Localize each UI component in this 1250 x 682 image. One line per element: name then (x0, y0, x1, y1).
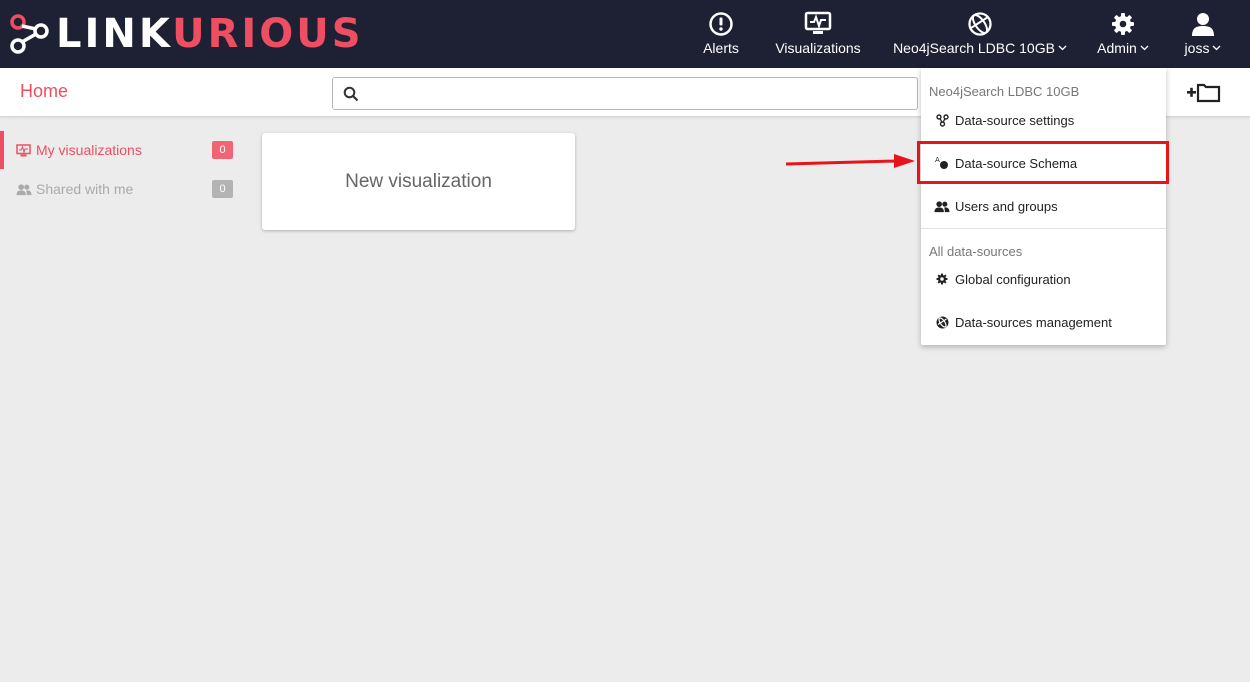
logo-text-urious: URIOUS (172, 11, 364, 57)
menu-item-label: Data-source settings (955, 112, 1075, 128)
sidebar-item-label: My visualizations (36, 142, 142, 158)
top-navbar: LINKURIOUS Alerts Visualizations Neo4jSe… (0, 0, 1250, 68)
sidebar-item-my-visualizations[interactable]: My visualizations 0 (0, 131, 245, 169)
logo-graph-icon (10, 14, 49, 54)
annotation-arrow-icon (785, 154, 915, 168)
logo-text: LINKURIOUS (56, 12, 364, 56)
sidebar-item-label: Shared with me (36, 181, 134, 197)
search-input[interactable] (363, 82, 903, 106)
nav-visualizations[interactable]: Visualizations (772, 0, 864, 68)
admin-dropdown-menu: Neo4jSearch LDBC 10GB Data-source settin… (921, 68, 1166, 345)
alert-icon (709, 12, 733, 36)
datasource-globe-icon (968, 12, 992, 36)
users-icon (934, 200, 950, 212)
menu-item-label: Users and groups (955, 198, 1058, 214)
menu-item-global-configuration[interactable]: Global configuration (921, 262, 1166, 296)
menu-item-label: Global configuration (955, 271, 1071, 287)
nav-admin[interactable]: Admin (1096, 0, 1150, 68)
search-box[interactable] (332, 77, 918, 110)
nav-user-label: joss (1184, 40, 1210, 56)
nav-alerts-label: Alerts (703, 40, 739, 56)
highlight-box (917, 141, 1169, 184)
new-visualization-label: New visualization (345, 170, 492, 192)
logo[interactable]: LINKURIOUS (10, 12, 364, 56)
nav-datasource[interactable]: Neo4jSearch LDBC 10GB (893, 0, 1067, 68)
sidebar-item-shared-with-me[interactable]: Shared with me 0 (0, 170, 245, 208)
menu-item-label: Data-sources management (955, 314, 1112, 330)
dropdown-header-datasource: Neo4jSearch LDBC 10GB (929, 84, 1080, 99)
monitor-icon (16, 143, 31, 156)
search-icon (343, 86, 359, 102)
menu-item-datasource-settings[interactable]: Data-source settings (921, 103, 1166, 137)
menu-item-users-and-groups[interactable]: Users and groups (921, 189, 1166, 223)
chevron-down-icon (1212, 45, 1221, 51)
logo-text-link: LINK (56, 11, 173, 57)
globe-icon (936, 316, 948, 328)
chevron-down-icon (1058, 45, 1067, 51)
gear-icon (936, 273, 948, 285)
nav-visualizations-label: Visualizations (775, 40, 861, 56)
users-icon (16, 183, 32, 195)
chevron-down-icon (1140, 45, 1149, 51)
dropdown-header-all-datasources: All data-sources (929, 244, 1023, 259)
new-folder-button[interactable] (1186, 82, 1222, 109)
nav-datasource-label: Neo4jSearch LDBC 10GB (893, 40, 1055, 56)
page-title[interactable]: Home (20, 81, 68, 102)
menu-item-datasources-management[interactable]: Data-sources management (921, 305, 1166, 339)
nav-alerts[interactable]: Alerts (700, 0, 742, 68)
nav-admin-label: Admin (1097, 40, 1137, 56)
gear-icon (1112, 13, 1134, 35)
count-badge: 0 (212, 180, 233, 198)
datasource-settings-icon (935, 113, 949, 127)
new-visualization-card[interactable]: New visualization (262, 133, 575, 230)
dropdown-divider (921, 228, 1166, 229)
add-folder-icon (1187, 83, 1221, 103)
count-badge: 0 (212, 141, 233, 159)
user-icon (1192, 13, 1214, 36)
monitor-icon (804, 11, 832, 34)
nav-user[interactable]: joss (1180, 0, 1226, 68)
